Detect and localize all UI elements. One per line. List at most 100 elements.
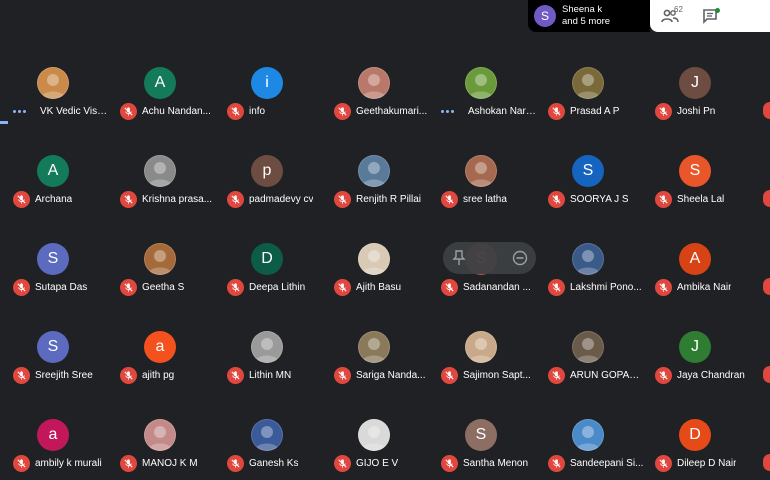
- participant-name-row: VK Vedic Visio...: [13, 102, 109, 120]
- participant-avatar: S: [679, 155, 711, 187]
- join-notification[interactable]: S Sheena k and 5 more: [528, 0, 650, 32]
- partial-mic-icon: [763, 190, 770, 207]
- mic-off-icon: [441, 454, 458, 472]
- participant-avatar: A: [144, 67, 176, 99]
- partial-mic-icon: [763, 454, 770, 471]
- participant-name: Krishna prasa...: [142, 193, 213, 205]
- participant-tile[interactable]: Sajimon Sapt...: [428, 302, 535, 390]
- participant-tile[interactable]: ARUN GOPAL ...: [535, 302, 644, 390]
- participant-tile[interactable]: Prasad A P: [535, 38, 642, 126]
- participant-photo: [465, 67, 497, 99]
- participant-photo: [572, 419, 604, 451]
- people-button[interactable]: 62: [650, 0, 690, 32]
- mic-off-icon: [227, 190, 244, 208]
- participant-tile[interactable]: sree latha: [428, 126, 535, 214]
- participant-name: Renjith R Pillai: [356, 193, 422, 205]
- participant-tile[interactable]: MANOJ K M: [107, 390, 214, 478]
- participant-tile[interactable]: Renjith R Pillai: [321, 126, 428, 214]
- participant-photo: [465, 155, 497, 187]
- participant-name-row: Renjith R Pillai: [334, 190, 430, 208]
- mic-off-icon: [655, 454, 672, 472]
- participant-name-row: Joshi Pn: [655, 102, 751, 120]
- participant-name-row: Ganesh Ks: [227, 454, 323, 472]
- mic-off-icon: [655, 102, 672, 120]
- participant-photo: [144, 243, 176, 275]
- participant-tile[interactable]: a ajith pg: [107, 302, 214, 390]
- participant-photo: [251, 331, 283, 363]
- participant-name-row: GIJO E V: [334, 454, 430, 472]
- participant-tile[interactable]: D Deepa Lithin: [214, 214, 321, 302]
- participant-name: Jaya Chandran: [677, 369, 745, 381]
- participant-tile[interactable]: p padmadevy cv: [214, 126, 321, 214]
- participant-name-row: padmadevy cv: [227, 190, 323, 208]
- participant-tile[interactable]: A Archana: [0, 126, 107, 214]
- participant-tile[interactable]: S Sreejith Sree: [0, 302, 107, 390]
- participant-name-row: Sadanandan ...: [441, 278, 537, 296]
- participant-count: 62: [674, 5, 683, 14]
- participant-tile[interactable]: VK Vedic Visio...: [0, 38, 109, 126]
- mic-off-icon: [548, 454, 565, 472]
- participant-tile[interactable]: J Joshi Pn: [642, 38, 749, 126]
- participant-name-row: Ajith Basu: [334, 278, 430, 296]
- chat-button[interactable]: [690, 0, 730, 32]
- participant-name-row: Geethakumari...: [334, 102, 430, 120]
- participant-tile[interactable]: S Santha Menon: [428, 390, 535, 478]
- participant-avatar: J: [679, 67, 711, 99]
- notification-avatar: S: [534, 5, 556, 27]
- participant-avatar: D: [679, 419, 711, 451]
- participant-tile[interactable]: S Sutapa Das: [0, 214, 107, 302]
- participant-tile[interactable]: Lakshmi Pono...: [535, 214, 642, 302]
- participant-tile[interactable]: S SOORYA J S: [535, 126, 642, 214]
- participant-tile[interactable]: J Jaya Chandran: [642, 302, 749, 390]
- participant-name: padmadevy cv: [249, 193, 314, 205]
- participant-tile[interactable]: Ganesh Ks: [214, 390, 321, 478]
- participant-name-row: Sreejith Sree: [13, 366, 109, 384]
- participant-name-row: Prasad A P: [548, 102, 644, 120]
- participant-tile[interactable]: A Achu Nandan...: [107, 38, 214, 126]
- participant-name-row: Lakshmi Pono...: [548, 278, 644, 296]
- mic-off-icon: [120, 366, 137, 384]
- pin-icon[interactable]: [452, 250, 466, 271]
- participant-tile[interactable]: Sandeepani Si...: [535, 390, 643, 478]
- participant-tile[interactable]: a ambily k murali: [0, 390, 107, 478]
- participant-name: Archana: [35, 193, 73, 205]
- participant-tile[interactable]: Krishna prasa...: [107, 126, 214, 214]
- remove-icon[interactable]: [512, 250, 528, 271]
- participant-name-row: Krishna prasa...: [120, 190, 216, 208]
- more-options-icon[interactable]: [13, 109, 35, 113]
- participant-tile[interactable]: Lithin MN: [214, 302, 321, 390]
- mic-off-icon: [120, 454, 137, 472]
- participant-avatar: A: [679, 243, 711, 275]
- mic-off-icon: [13, 454, 30, 472]
- participant-name: info: [249, 105, 266, 117]
- participant-name: Deepa Lithin: [249, 281, 306, 293]
- participant-tile[interactable]: Ajith Basu: [321, 214, 428, 302]
- notification-line2: and 5 more: [562, 16, 611, 27]
- mic-off-icon: [441, 278, 458, 296]
- participant-tile[interactable]: i info: [214, 38, 321, 126]
- participant-tile[interactable]: GIJO E V: [321, 390, 428, 478]
- participant-name-row: Lithin MN: [227, 366, 323, 384]
- participant-photo: [465, 331, 497, 363]
- participant-name: Geetha S: [142, 281, 185, 293]
- participant-name-row: ambily k murali: [13, 454, 109, 472]
- participant-name: sree latha: [463, 193, 507, 205]
- mic-off-icon: [548, 278, 565, 296]
- participant-tile[interactable]: Ashokan Nara...: [428, 38, 537, 126]
- participant-name-row: ajith pg: [120, 366, 216, 384]
- participant-name-row: SOORYA J S: [548, 190, 644, 208]
- participant-tile[interactable]: Geethakumari...: [321, 38, 428, 126]
- participant-name: Ganesh Ks: [249, 457, 299, 469]
- participant-name: Sajimon Sapt...: [463, 369, 531, 381]
- participant-tile[interactable]: A Ambika Nair: [642, 214, 749, 302]
- participant-tile[interactable]: D Dileep D Nair: [642, 390, 749, 478]
- participant-tile[interactable]: Sariga Nanda...: [321, 302, 428, 390]
- partial-mic-icon: [763, 278, 770, 295]
- participant-tile[interactable]: Geetha S: [107, 214, 214, 302]
- participant-avatar: p: [251, 155, 283, 187]
- more-options-icon[interactable]: [441, 109, 463, 113]
- participant-name-row: Geetha S: [120, 278, 216, 296]
- participant-avatar: D: [251, 243, 283, 275]
- mic-off-icon: [13, 190, 30, 208]
- participant-tile[interactable]: S Sheela Lal: [642, 126, 749, 214]
